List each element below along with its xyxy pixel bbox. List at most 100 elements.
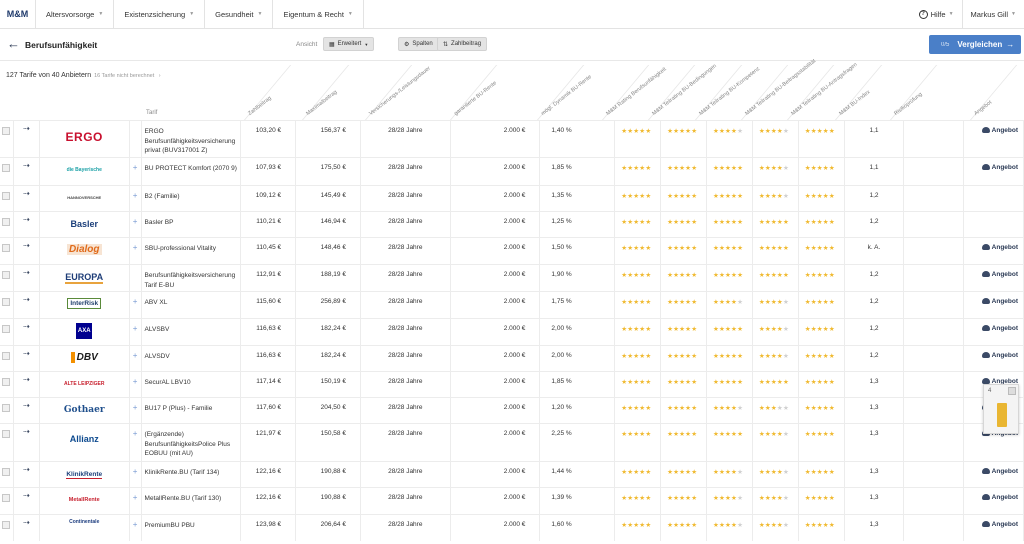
tariff-name[interactable]: BU17 P (Plus) - Familie xyxy=(142,398,242,423)
offer-link[interactable]: Angebot xyxy=(981,298,1018,305)
offer-link[interactable]: Angebot xyxy=(981,244,1018,251)
widget-close-button[interactable] xyxy=(1008,387,1016,395)
row-checkbox[interactable] xyxy=(2,192,11,200)
rating-stars: ★★★★★ xyxy=(799,372,845,397)
tariff-name[interactable]: ALVSDV xyxy=(142,346,242,371)
details-arrow-icon[interactable]: ⇢ xyxy=(14,424,40,461)
expand-tariff-icon[interactable]: + xyxy=(130,372,142,397)
tarif-column-header[interactable]: Tarif xyxy=(146,110,157,116)
row-checkbox[interactable] xyxy=(2,271,11,279)
tariff-name[interactable]: SecurAL LBV10 xyxy=(142,372,242,397)
offer-link[interactable]: Angebot xyxy=(981,271,1018,278)
expand-tariff-icon[interactable]: + xyxy=(130,462,142,487)
expand-tariff-icon[interactable]: + xyxy=(130,292,142,318)
details-arrow-icon[interactable]: ⇢ xyxy=(14,158,40,185)
offer-link[interactable]: Angebot xyxy=(981,164,1018,171)
compare-button[interactable]: 0/5 Vergleichen → xyxy=(929,35,1021,54)
row-checkbox[interactable] xyxy=(2,468,11,476)
tariff-name[interactable]: Basler BP xyxy=(142,212,242,237)
rating-stars: ★★★★★ xyxy=(799,346,845,371)
row-checkbox[interactable] xyxy=(2,127,11,135)
column-header-label[interactable]: Versicherungs-/Leistungsdauer xyxy=(368,66,431,117)
row-checkbox[interactable] xyxy=(2,521,11,529)
expand-tariff-icon[interactable]: + xyxy=(130,186,142,211)
offer-link[interactable]: Angebot xyxy=(981,325,1018,332)
details-arrow-icon[interactable]: ⇢ xyxy=(14,238,40,264)
user-menu[interactable]: Markus Gill ▼ xyxy=(961,0,1024,29)
column-header-label[interactable]: M&M BU-Index xyxy=(838,89,871,117)
details-arrow-icon[interactable]: ⇢ xyxy=(14,292,40,318)
expand-tariff-icon[interactable]: + xyxy=(130,212,142,237)
view-select[interactable]: ▦ Erweitert ▼ xyxy=(323,37,375,51)
row-checkbox[interactable] xyxy=(2,164,11,172)
tariff-name[interactable]: B2 (Familie) xyxy=(142,186,242,211)
tariff-name[interactable]: ERGO Berufsunfähigkeitsversicherung priv… xyxy=(142,121,242,157)
details-arrow-icon[interactable]: ⇢ xyxy=(14,186,40,211)
help-menu[interactable]: ? Hilfe ▼ xyxy=(911,0,962,29)
payment-amount: 103,20 € xyxy=(241,121,297,157)
details-arrow-icon[interactable]: ⇢ xyxy=(14,319,40,345)
row-checkbox[interactable] xyxy=(2,494,11,502)
expand-tariff-icon[interactable]: + xyxy=(130,346,142,371)
nav-gesundheit[interactable]: Gesundheit ▼ xyxy=(205,0,274,29)
tariff-name[interactable]: SBU-professional Vitality xyxy=(142,238,242,264)
expand-tariff-icon[interactable]: + xyxy=(130,424,142,461)
star-icon: ★ xyxy=(737,379,744,386)
details-arrow-icon[interactable]: ⇢ xyxy=(14,462,40,487)
row-checkbox[interactable] xyxy=(2,352,11,360)
folder-widget[interactable]: 4 xyxy=(983,384,1019,434)
offer-link[interactable]: Angebot xyxy=(981,352,1018,359)
details-arrow-icon[interactable]: ⇢ xyxy=(14,398,40,423)
tariff-name[interactable]: PremiumBU PBU xyxy=(142,515,242,541)
tariff-name[interactable]: BU PROTECT Komfort (2070 9) xyxy=(142,158,242,185)
column-header-label[interactable]: Zahlbeitrag xyxy=(247,95,272,117)
details-arrow-icon[interactable]: ⇢ xyxy=(14,121,40,157)
expand-tariff-icon[interactable]: + xyxy=(130,238,142,264)
details-arrow-icon[interactable]: ⇢ xyxy=(14,346,40,371)
columns-button[interactable]: ⚙ Spalten xyxy=(398,37,439,51)
tariff-name[interactable]: Berufsunfähigkeitsversicherung Tarif E-B… xyxy=(142,265,242,291)
expand-tariff-icon[interactable]: + xyxy=(130,158,142,185)
rating-stars: ★★★★★ xyxy=(799,158,845,185)
details-arrow-icon[interactable]: ⇢ xyxy=(14,265,40,291)
row-checkbox[interactable] xyxy=(2,404,11,412)
expand-tariff-icon[interactable]: + xyxy=(130,488,142,514)
tariff-name[interactable]: ABV XL xyxy=(142,292,242,318)
details-arrow-icon[interactable]: ⇢ xyxy=(14,372,40,397)
details-arrow-icon[interactable]: ⇢ xyxy=(14,515,40,541)
dynamic-rate: 1,44 % xyxy=(540,462,616,487)
sort-amount-button[interactable]: ⇅ Zahlbeitrag xyxy=(437,37,488,51)
offer-link[interactable]: Angebot xyxy=(981,494,1018,501)
row-checkbox[interactable] xyxy=(2,218,11,226)
rating-stars: ★★★★★ xyxy=(707,186,753,211)
nav-existenzsicherung[interactable]: Existenzsicherung ▼ xyxy=(114,0,206,29)
row-checkbox[interactable] xyxy=(2,378,11,386)
row-checkbox[interactable] xyxy=(2,244,11,252)
offer-link[interactable]: Angebot xyxy=(981,468,1018,475)
column-header-label[interactable]: garantierte BU-Rente xyxy=(453,80,498,117)
column-header-label[interactable]: Maximalbeitrag xyxy=(305,89,338,117)
expand-tariff-icon[interactable]: + xyxy=(130,515,142,541)
details-arrow-icon[interactable]: ⇢ xyxy=(14,488,40,514)
nav-altersvorsorge[interactable]: Altersvorsorge ▼ xyxy=(36,0,115,29)
back-arrow-icon[interactable]: ← xyxy=(7,37,20,51)
tariff-name[interactable]: (Ergänzende) Berufsunfähigkeits­Police P… xyxy=(142,424,242,461)
tariff-name[interactable]: KlinikRente.BU (Tarif 134) xyxy=(142,462,242,487)
mm-logo[interactable]: M&M xyxy=(0,0,36,29)
nav-eigentum-recht[interactable]: Eigentum & Recht ▼ xyxy=(273,0,364,29)
expand-tariff-icon[interactable]: + xyxy=(130,398,142,423)
column-header-label[interactable]: Risikoprüfung xyxy=(893,92,923,117)
tariff-name[interactable]: MetallRente.BU (Tarif 130) xyxy=(142,488,242,514)
chevron-down-icon: ▼ xyxy=(1011,11,1016,17)
offer-link[interactable]: Angebot xyxy=(981,521,1018,528)
details-arrow-icon[interactable]: ⇢ xyxy=(14,212,40,237)
select-cell xyxy=(0,424,14,461)
offer-cell: Angebot xyxy=(964,515,1024,541)
expand-tariff-icon[interactable]: + xyxy=(130,319,142,345)
row-checkbox[interactable] xyxy=(2,298,11,306)
column-header-label[interactable]: mögl. Dynamik BU-Rente xyxy=(540,74,593,117)
tariff-name[interactable]: ALVSBV xyxy=(142,319,242,345)
offer-link[interactable]: Angebot xyxy=(981,127,1018,134)
row-checkbox[interactable] xyxy=(2,430,11,438)
row-checkbox[interactable] xyxy=(2,325,11,333)
